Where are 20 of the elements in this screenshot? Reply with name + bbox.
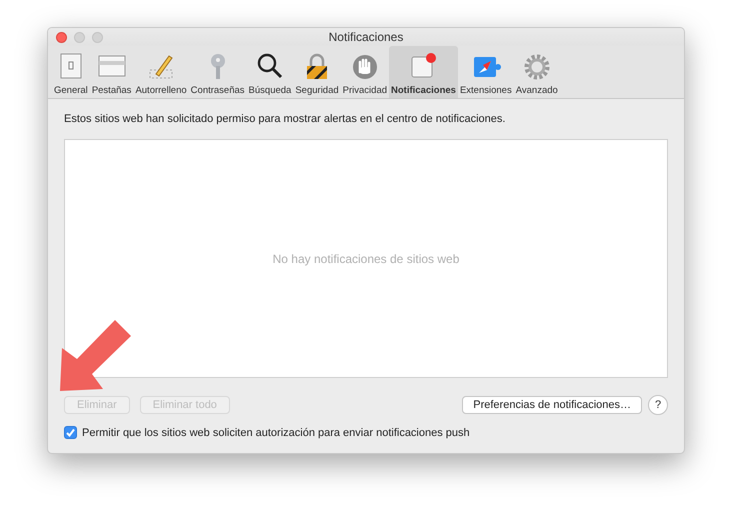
toolbar-tab[interactable]: Seguridad bbox=[293, 46, 341, 98]
push-checkbox[interactable] bbox=[64, 426, 77, 439]
annotation-arrow bbox=[60, 320, 131, 391]
toolbar-tab[interactable]: Avanzado bbox=[514, 46, 560, 98]
toolbar-tab[interactable]: Privacidad bbox=[340, 46, 390, 98]
empty-message: No hay notificaciones de sitios web bbox=[272, 252, 460, 266]
push-checkbox-label: Permitir que los sitios web soliciten autorización para enviar notificaciones push bbox=[82, 426, 470, 438]
close-button[interactable] bbox=[56, 32, 67, 43]
toolbar-tab[interactable]: Pestañas bbox=[90, 46, 134, 98]
toolbar-tab[interactable]: General bbox=[52, 46, 90, 98]
help-button[interactable]: ? bbox=[648, 395, 668, 415]
toolbar-tab[interactable]: Extensiones bbox=[458, 46, 514, 98]
toolbar-tab[interactable]: Contraseñas bbox=[188, 46, 247, 98]
window-title: Notificaciones bbox=[328, 30, 404, 44]
toolbar-tab[interactable]: Notificaciones bbox=[389, 46, 458, 98]
toolbar-tab[interactable]: Autorrelleno bbox=[133, 46, 189, 98]
description-text: Estos sitios web han solicitado permiso para mostrar alertas en el centro de notificaciones. bbox=[64, 113, 506, 125]
toolbar-tab[interactable]: Búsqueda bbox=[246, 46, 294, 98]
notification-preferences-button[interactable]: Preferencias de notificaciones… bbox=[462, 396, 642, 414]
gear-icon bbox=[522, 52, 552, 82]
